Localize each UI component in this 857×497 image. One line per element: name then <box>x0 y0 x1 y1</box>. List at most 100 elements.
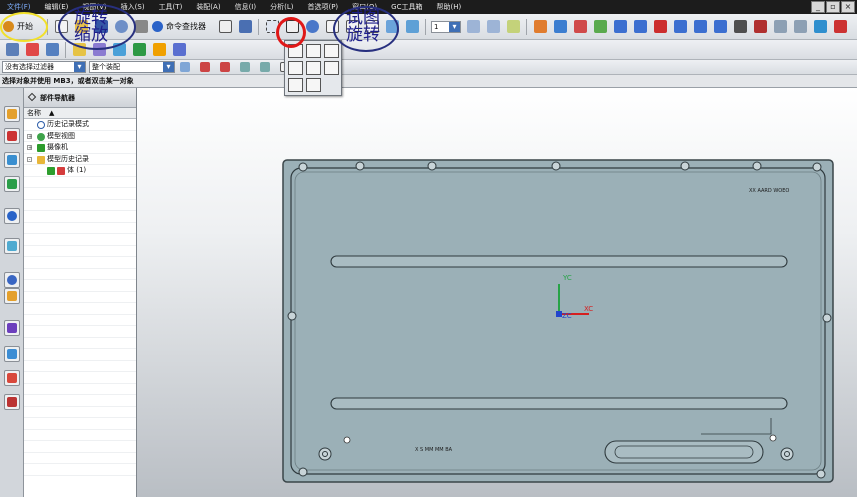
snap-quadrant-button[interactable] <box>711 18 729 36</box>
screw-boss <box>427 161 437 171</box>
process-studio-tab[interactable] <box>4 346 20 362</box>
annotation-view-rotate: 试图 旋转 <box>346 8 380 45</box>
point-button[interactable] <box>531 18 549 36</box>
fit-view-button[interactable] <box>236 18 254 36</box>
view-front-button[interactable] <box>306 44 321 58</box>
section-button[interactable] <box>811 18 829 36</box>
snap-arc-button[interactable] <box>216 58 234 76</box>
constraint-navigator-tab[interactable] <box>4 128 20 144</box>
nav-row-model-views[interactable]: + 模型视图 <box>24 131 136 142</box>
assembly-button[interactable] <box>3 41 21 59</box>
menu-preferences[interactable]: 首选项(P) <box>300 2 345 12</box>
constraint-button[interactable] <box>43 41 61 59</box>
snap-endpoint-button[interactable] <box>611 18 629 36</box>
nav-empty-row <box>24 211 136 223</box>
print-tab[interactable] <box>4 394 20 410</box>
assembly-scope-select[interactable]: 整个装配 <box>89 61 175 73</box>
command-finder-button[interactable]: 命令查找器 <box>152 18 214 36</box>
menu-help[interactable]: 帮助(H) <box>429 2 468 12</box>
snap-line-button[interactable] <box>236 58 254 76</box>
csys-button[interactable] <box>591 18 609 36</box>
dimension-icon <box>833 20 847 33</box>
layer-visible-button[interactable] <box>484 18 502 36</box>
system-materials-tab[interactable] <box>4 288 20 304</box>
blend-button[interactable] <box>150 41 168 59</box>
role-icon <box>7 241 17 251</box>
history-tab[interactable] <box>4 272 20 288</box>
snap-tangent-button[interactable] <box>256 58 274 76</box>
component-button[interactable] <box>23 41 41 59</box>
vector-button[interactable] <box>551 18 569 36</box>
graphics-window[interactable]: XX AARD WOEO X S MM MM BA YC XC ZC <box>137 88 857 497</box>
view-back-button[interactable] <box>306 78 321 92</box>
nav-empty-row <box>24 430 136 441</box>
checkbox-icon[interactable] <box>47 167 55 175</box>
section-icon <box>813 20 827 33</box>
nav-row-body[interactable]: 体 (1) <box>24 165 136 177</box>
palette-tab[interactable] <box>4 320 20 336</box>
snap-view-button[interactable] <box>403 18 421 36</box>
view-isometric-button[interactable] <box>324 44 339 58</box>
nav-row-history-mode[interactable]: 历史记录模式 <box>24 119 136 131</box>
menu-file[interactable]: 文件(F) <box>0 2 38 12</box>
plane-button[interactable] <box>571 18 589 36</box>
pin-icon[interactable] <box>27 92 37 102</box>
chamfer-button[interactable] <box>170 41 188 59</box>
role-tab[interactable] <box>4 238 20 254</box>
minimize-icon[interactable]: _ <box>811 1 825 13</box>
component-icon <box>25 43 39 56</box>
snap-control-button[interactable] <box>651 18 669 36</box>
view-left-button[interactable] <box>288 61 303 75</box>
screw-boss <box>752 161 762 171</box>
restore-icon[interactable]: ▫ <box>826 1 840 13</box>
view-bottom-button[interactable] <box>288 78 303 92</box>
nav-empty-row <box>24 223 136 234</box>
model-canvas[interactable]: XX AARD WOEO X S MM MM BA YC XC ZC <box>137 88 857 497</box>
snap-intersection-button[interactable] <box>671 18 689 36</box>
layer-settings-button[interactable] <box>464 18 482 36</box>
nav-row-model-history[interactable]: - 模型历史记录 <box>24 154 136 165</box>
navigator-column-header[interactable]: 名称 ▲ <box>24 108 136 119</box>
print-icon <box>7 397 17 407</box>
nav-empty-row <box>24 234 136 246</box>
select-all-button[interactable] <box>176 58 194 76</box>
menu-tools[interactable]: 工具(T) <box>152 2 190 12</box>
filter-button[interactable] <box>751 18 769 36</box>
menu-gc-toolbox[interactable]: GC工具箱 <box>384 2 429 12</box>
lower-slot <box>330 397 788 410</box>
menu-analysis[interactable]: 分析(L) <box>263 2 300 12</box>
snap-point-button[interactable] <box>196 58 214 76</box>
yellow-highlight-ring <box>0 12 48 42</box>
x-axis-label: XC <box>584 305 593 313</box>
view-right-button[interactable] <box>306 61 321 75</box>
grid-button[interactable] <box>731 18 749 36</box>
expand-icon[interactable]: + <box>27 145 32 151</box>
selection-filter-select[interactable]: 没有选择过滤器 <box>2 61 86 73</box>
menu-information[interactable]: 信息(I) <box>228 2 264 12</box>
roles-tab[interactable] <box>4 370 20 386</box>
sort-arrow-icon: ▲ <box>49 109 55 117</box>
expand-icon[interactable]: + <box>27 133 32 139</box>
assembly-navigator-tab[interactable] <box>4 106 20 122</box>
snap-tangent-icon <box>260 62 270 72</box>
part-navigator: 部件导航器 名称 ▲ 历史记录模式 + 模型视图 + 摄像机 - 模型历史记录 … <box>24 88 137 497</box>
snap-center-button[interactable] <box>691 18 709 36</box>
nav-row-cameras[interactable]: + 摄像机 <box>24 142 136 154</box>
move-layer-button[interactable] <box>504 18 522 36</box>
window-layout-button[interactable] <box>216 18 234 36</box>
menu-assembly[interactable]: 装配(A) <box>189 2 227 12</box>
web-browser-tab[interactable] <box>4 208 20 224</box>
snap-midpoint-button[interactable] <box>631 18 649 36</box>
measure-button[interactable] <box>771 18 789 36</box>
view-trimetric-button[interactable] <box>324 61 339 75</box>
part-navigator-tab[interactable] <box>4 152 20 168</box>
grid-icon <box>733 20 747 33</box>
dimension-button[interactable] <box>831 18 849 36</box>
layer-select[interactable]: 1 <box>431 20 461 33</box>
analysis-button[interactable] <box>791 18 809 36</box>
hole-button[interactable] <box>130 41 148 59</box>
collapse-icon[interactable]: - <box>27 156 32 162</box>
reuse-library-tab[interactable] <box>4 176 20 192</box>
screw-boss <box>298 467 308 477</box>
close-icon[interactable]: × <box>841 1 855 13</box>
